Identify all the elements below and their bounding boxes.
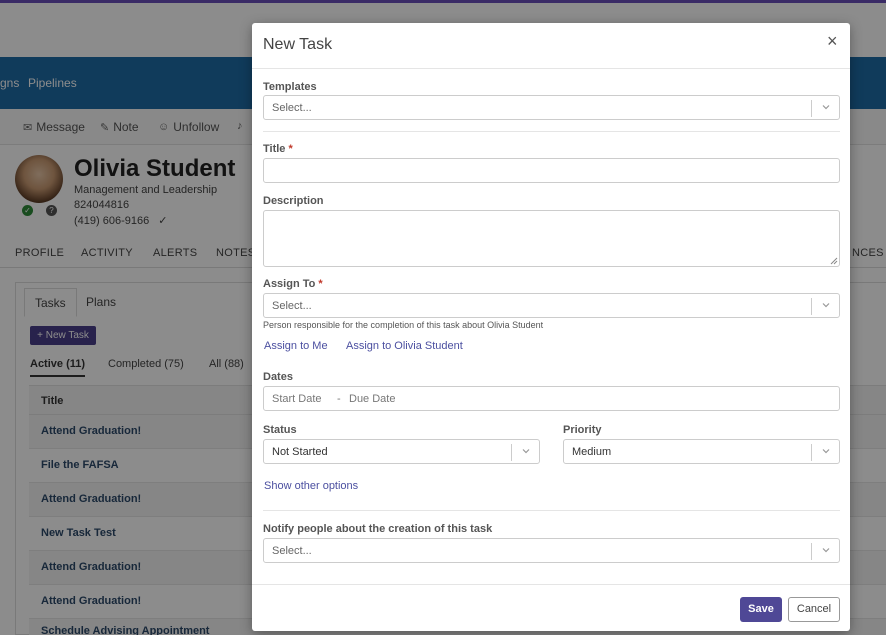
notify-label: Notify people about the creation of this… bbox=[263, 523, 493, 535]
priority-label: Priority bbox=[563, 424, 602, 436]
title-label: Title * bbox=[263, 143, 293, 155]
close-icon[interactable]: × bbox=[827, 32, 838, 50]
modal-footer: Save Cancel bbox=[252, 584, 850, 631]
assign-to-me-link[interactable]: Assign to Me bbox=[264, 340, 328, 352]
assign-to-label: Assign To * bbox=[263, 278, 323, 290]
show-other-options-link[interactable]: Show other options bbox=[264, 480, 358, 492]
assign-to-label-text: Assign To bbox=[263, 278, 316, 290]
select-divider bbox=[811, 100, 812, 117]
start-date-placeholder[interactable]: Start Date bbox=[272, 393, 322, 405]
chevron-down-icon bbox=[822, 105, 830, 110]
status-select[interactable]: Not Started bbox=[263, 439, 540, 464]
due-date-placeholder[interactable]: Due Date bbox=[349, 393, 395, 405]
modal-title: New Task bbox=[263, 36, 333, 53]
assign-to-help-text: Person responsible for the completion of… bbox=[263, 320, 544, 330]
title-label-text: Title bbox=[263, 143, 286, 155]
resize-handle-icon[interactable] bbox=[829, 256, 838, 265]
templates-label: Templates bbox=[263, 81, 317, 93]
new-task-modal: New Task × Templates Select... Title * D… bbox=[252, 23, 850, 631]
date-range-input[interactable]: Start Date - Due Date bbox=[263, 386, 840, 411]
chevron-down-icon bbox=[822, 548, 830, 553]
assign-to-select[interactable]: Select... bbox=[263, 293, 840, 318]
save-button[interactable]: Save bbox=[740, 597, 782, 622]
notify-placeholder: Select... bbox=[272, 545, 312, 557]
date-separator: - bbox=[337, 393, 341, 405]
notify-select[interactable]: Select... bbox=[263, 538, 840, 563]
assign-to-placeholder: Select... bbox=[272, 300, 312, 312]
title-input[interactable] bbox=[263, 158, 840, 183]
description-textarea[interactable] bbox=[263, 210, 840, 267]
required-marker: * bbox=[288, 143, 293, 155]
status-value: Not Started bbox=[272, 446, 328, 458]
priority-select[interactable]: Medium bbox=[563, 439, 840, 464]
dates-label: Dates bbox=[263, 371, 293, 383]
status-label: Status bbox=[263, 424, 297, 436]
templates-placeholder: Select... bbox=[272, 102, 312, 114]
divider bbox=[263, 510, 840, 511]
required-marker: * bbox=[318, 278, 323, 290]
select-divider bbox=[511, 444, 512, 461]
select-divider bbox=[811, 298, 812, 315]
assign-to-student-link[interactable]: Assign to Olivia Student bbox=[346, 340, 463, 352]
templates-select[interactable]: Select... bbox=[263, 95, 840, 120]
priority-value: Medium bbox=[572, 446, 612, 458]
cancel-button[interactable]: Cancel bbox=[788, 597, 840, 622]
select-divider bbox=[811, 543, 812, 560]
select-divider bbox=[811, 444, 812, 461]
description-label: Description bbox=[263, 195, 324, 207]
chevron-down-icon bbox=[822, 303, 830, 308]
chevron-down-icon bbox=[522, 449, 530, 454]
divider bbox=[263, 131, 840, 132]
modal-header: New Task × bbox=[252, 23, 850, 69]
chevron-down-icon bbox=[822, 449, 830, 454]
